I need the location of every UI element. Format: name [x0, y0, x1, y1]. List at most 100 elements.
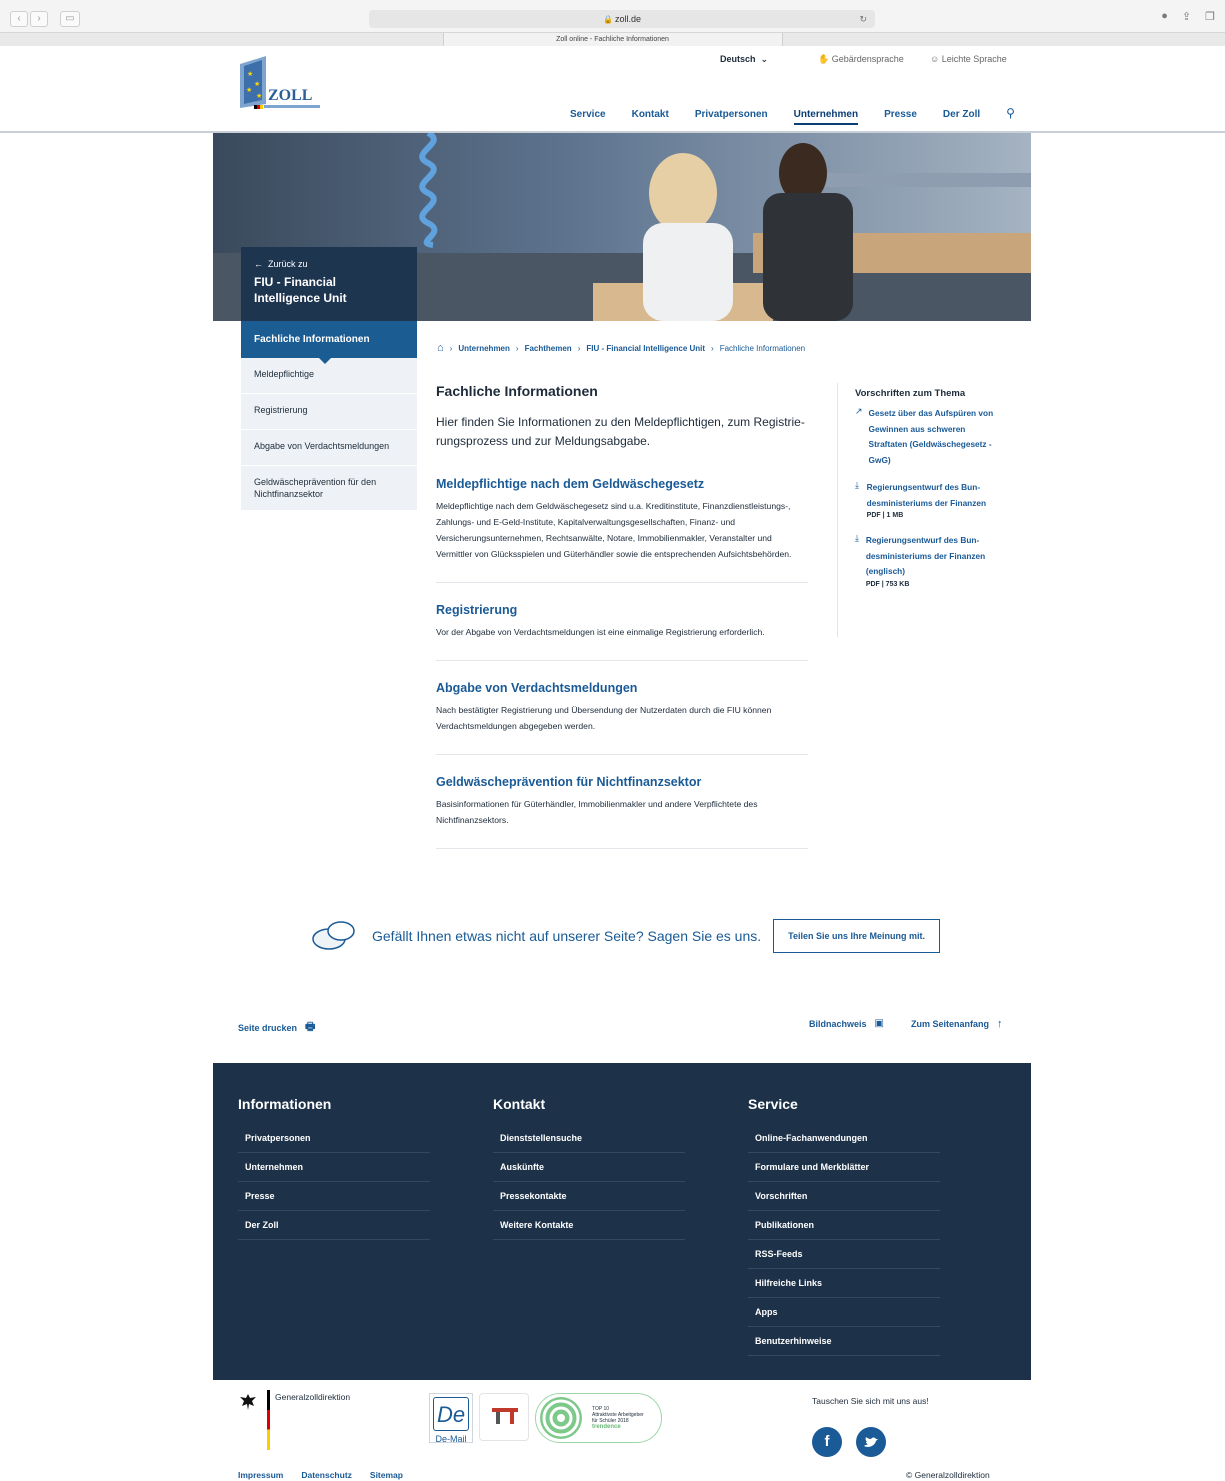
award-rings-icon	[540, 1397, 582, 1439]
arrow-up-icon: ↑	[997, 1018, 1003, 1030]
browser-nav: ‹ › ▭	[10, 11, 80, 27]
nav-service[interactable]: Service	[570, 109, 606, 125]
feedback-message: Gefällt Ihnen etwas nicht auf unserer Se…	[372, 928, 762, 944]
legal-links: Impressum Datenschutz Sitemap	[238, 1470, 403, 1480]
footer-link[interactable]: RSS-Feeds	[748, 1240, 940, 1269]
tab-active[interactable]: Zoll online - Fachliche Informationen	[442, 33, 783, 46]
main-content: Fachliche Informationen Hier finden Sie …	[436, 383, 808, 869]
footer-link[interactable]: Pressekontakte	[493, 1182, 685, 1211]
facebook-icon[interactable]: f	[812, 1427, 842, 1457]
footer-link[interactable]: Presse	[238, 1182, 430, 1211]
aside-link-text: Regierungsentwurf des Bun­desministerium…	[865, 535, 986, 576]
footer-link[interactable]: Weitere Kontakte	[493, 1211, 685, 1240]
printer-icon: 🖶	[305, 1021, 316, 1033]
family-audit-badge	[479, 1393, 529, 1441]
zoll-logo[interactable]: ★ ★ ★ ★ ZOLL	[240, 56, 322, 109]
aside-link-entwurf[interactable]: ⤓ Regierungsentwurf des Bun­desministeri…	[855, 480, 997, 521]
teaser-section: Geldwäscheprävention für Nichtfinanzsekt…	[436, 775, 808, 849]
footer-link[interactable]: Unternehmen	[238, 1153, 430, 1182]
footer-link[interactable]: Benutzerhinweise	[748, 1327, 940, 1356]
download-icon: ⤓	[855, 533, 859, 543]
image-credits-link[interactable]: Bildnachweis ▣	[809, 1018, 884, 1029]
breadcrumb-unternehmen[interactable]: Unternehmen	[458, 344, 510, 353]
reload-icon[interactable]: ↻	[859, 10, 867, 28]
nav-kontakt[interactable]: Kontakt	[632, 109, 669, 125]
teaser-section: Registrierung Vor der Abgabe von Verdach…	[436, 603, 808, 661]
downloads-icon[interactable]: ●	[1161, 10, 1168, 23]
footer-link[interactable]: Online-Fachanwendungen	[748, 1124, 940, 1153]
footer-link[interactable]: Privatpersonen	[238, 1124, 430, 1153]
sidenav-item-registrierung[interactable]: Registrierung	[241, 394, 417, 430]
file-meta: PDF | 753 KB	[865, 580, 910, 588]
print-link[interactable]: Seite drucken 🖶	[238, 1018, 315, 1037]
feedback-bar: Gefällt Ihnen etwas nicht auf unserer Se…	[310, 918, 940, 954]
easy-language-link[interactable]: ☺ Leichte Sprache	[930, 54, 1007, 64]
language-select[interactable]: Deutsch ⌄	[720, 54, 768, 65]
download-icon: ⤓	[855, 480, 859, 490]
teaser-section: Abgabe von Verdachtsmeldungen Nach bestä…	[436, 681, 808, 755]
teaser-title-nichtfinanzsektor[interactable]: Geldwäscheprävention für Nichtfinanzsekt…	[436, 775, 808, 789]
sidenav-item-active[interactable]: Fachliche Informationen	[241, 321, 417, 364]
teaser-title-abgabe[interactable]: Abgabe von Verdachtsmeldungen	[436, 681, 808, 695]
back-to-top-link[interactable]: Zum Seitenanfang ↑	[911, 1018, 1003, 1030]
aside-link-entwurf-englisch[interactable]: ⤓ Regierungsentwurf des Bun­desministeri…	[855, 533, 997, 590]
footer-link[interactable]: Auskünfte	[493, 1153, 685, 1182]
sidebar-icon[interactable]: ▭	[60, 11, 80, 27]
employer-award-badge: TOP 10 Attraktivste Arbeitgeber für Schü…	[535, 1393, 662, 1443]
sign-language-link[interactable]: ✋ Gebärdensprache	[818, 54, 904, 65]
feedback-button[interactable]: Teilen Sie uns Ihre Meinung mit.	[773, 919, 940, 953]
back-link[interactable]: ← Zurück zu	[254, 259, 405, 269]
address-bar[interactable]: 🔒 zoll.de ↻	[369, 10, 875, 28]
impressum-link[interactable]: Impressum	[238, 1470, 283, 1480]
sitemap-link[interactable]: Sitemap	[370, 1470, 403, 1480]
sidenav-item-geldwaeschepraevention[interactable]: Geldwäscheprävention für den Nichtfinanz…	[241, 466, 417, 511]
social-title: Tauschen Sie sich mit uns aus!	[812, 1396, 929, 1406]
footer-link[interactable]: Vorschriften	[748, 1182, 940, 1211]
share-icon[interactable]: ⇪	[1182, 10, 1191, 23]
speech-bubbles-icon	[312, 921, 355, 950]
back-icon[interactable]: ‹	[10, 11, 28, 27]
forward-icon[interactable]: ›	[30, 11, 48, 27]
easy-language-label: Leichte Sprache	[941, 54, 1007, 64]
home-icon[interactable]: ⌂	[437, 342, 444, 354]
tabs-icon[interactable]: ❐	[1205, 10, 1215, 23]
language-label: Deutsch	[720, 54, 756, 64]
footer-link[interactable]: Hilfreiche Links	[748, 1269, 940, 1298]
breadcrumb: ⌂ › Unternehmen › Fachthemen › FIU - Fin…	[437, 342, 805, 354]
nav-privatpersonen[interactable]: Privatpersonen	[695, 109, 768, 125]
site-header: ★ ★ ★ ★ ZOLL Deutsch ⌄ ✋ Gebärdensprache…	[0, 46, 1225, 133]
page-bottom: Generalzolldirektion De De-Mail TOP 10 A…	[0, 1390, 1225, 1481]
twitter-icon[interactable]	[856, 1427, 886, 1457]
arrow-left-icon: ←	[254, 259, 263, 269]
nav-der-zoll[interactable]: Der Zoll	[943, 109, 980, 125]
datenschutz-link[interactable]: Datenschutz	[301, 1470, 352, 1480]
award-text: TOP 10 Attraktivste Arbeitgeber für Schü…	[592, 1406, 644, 1430]
footer-link[interactable]: Dienststellensuche	[493, 1124, 685, 1153]
section-back-box[interactable]: ← Zurück zu FIU - Financial Intelligence…	[241, 247, 417, 321]
intro-text: Hier finden Sie Informationen zu den Mel…	[436, 415, 805, 448]
teaser-title-meldepflichtige[interactable]: Meldepflichtige nach dem Geldwäschegeset…	[436, 477, 808, 491]
footer-link[interactable]: Apps	[748, 1298, 940, 1327]
search-icon[interactable]: ⚲	[1006, 106, 1015, 125]
teaser-title-registrierung[interactable]: Registrierung	[436, 603, 808, 617]
logo-text: ZOLL	[268, 87, 312, 104]
nav-presse[interactable]: Presse	[884, 109, 917, 125]
footer-link[interactable]: Publikationen	[748, 1211, 940, 1240]
aside-link-text: Gesetz über das Aufspüren von Gewinnen a…	[868, 408, 994, 465]
footer-link[interactable]: Der Zoll	[238, 1211, 430, 1240]
back-to-top-label: Zum Seitenanfang	[911, 1019, 990, 1029]
breadcrumb-fiu[interactable]: FIU - Financial Intelligence Unit	[586, 344, 705, 353]
award-brand: trendence	[592, 1424, 621, 1430]
nav-unternehmen[interactable]: Unternehmen	[793, 109, 859, 125]
svg-text:★: ★	[246, 86, 252, 94]
footer-link[interactable]: Formulare und Merkblätter	[748, 1153, 940, 1182]
easy-language-icon: ☺	[930, 54, 940, 64]
aside-link-gwg[interactable]: ↗ Gesetz über das Aufspüren von Gewinnen…	[855, 406, 997, 468]
badges: De De-Mail TOP 10 Attraktivste Arbeitgeb…	[429, 1393, 662, 1444]
sidenav-item-abgabe[interactable]: Abgabe von Verdachtsmeldungen	[241, 430, 417, 466]
svg-text:★: ★	[256, 92, 262, 100]
breadcrumb-current: Fachliche Informationen	[719, 343, 806, 353]
breadcrumb-fachthemen[interactable]: Fachthemen	[525, 344, 572, 353]
site-footer: Informationen Privatpersonen Unternehmen…	[213, 1063, 1031, 1380]
demail-badge[interactable]: De De-Mail	[429, 1393, 473, 1444]
